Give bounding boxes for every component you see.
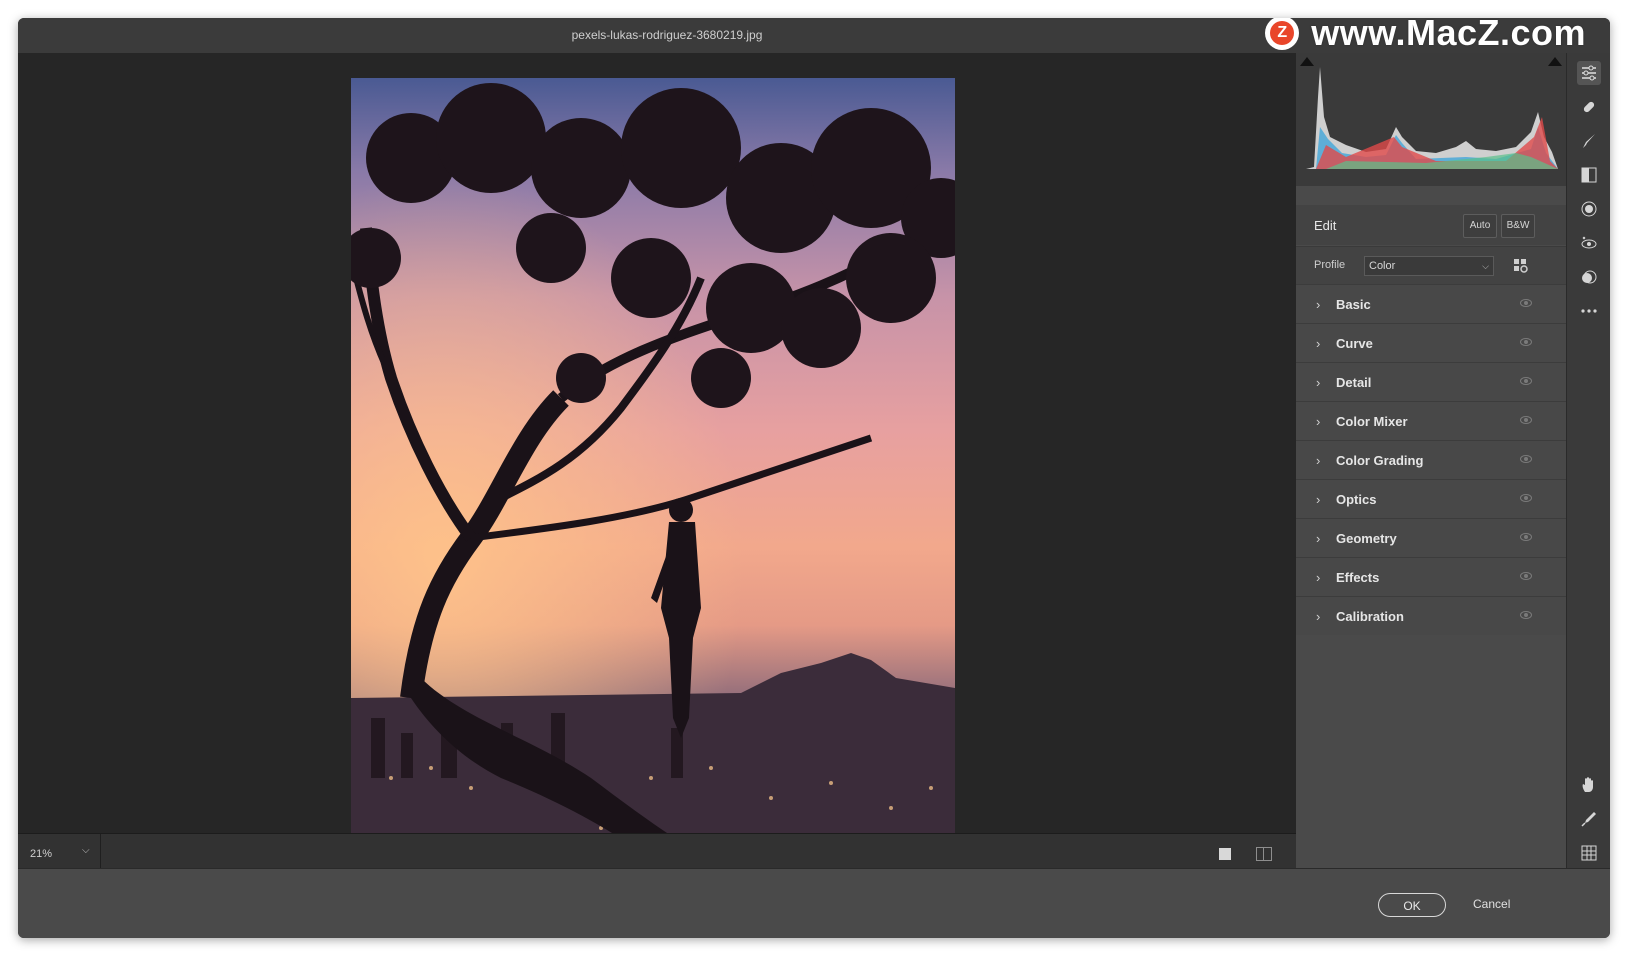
tool-strip: [1566, 53, 1610, 868]
chevron-right-icon: ›: [1316, 375, 1321, 390]
before-after-icon[interactable]: [1256, 847, 1272, 861]
section-optics[interactable]: › Optics: [1296, 479, 1566, 518]
visibility-eye-icon[interactable]: [1520, 377, 1532, 385]
title-bar: pexels-lukas-rodriguez-3680219.jpg Z www…: [18, 18, 1610, 53]
presets-icon[interactable]: [1577, 265, 1601, 289]
profile-value: Color: [1369, 260, 1396, 272]
section-label: Calibration: [1336, 609, 1404, 624]
watermark: Z www.MacZ.com: [1265, 18, 1586, 53]
section-calibration[interactable]: › Calibration: [1296, 596, 1566, 635]
chevron-right-icon: ›: [1316, 570, 1321, 585]
color-sampler-icon[interactable]: [1577, 807, 1601, 831]
auto-button[interactable]: Auto: [1463, 214, 1497, 238]
hand-icon[interactable]: [1577, 773, 1601, 797]
watermark-logo-letter: Z: [1270, 21, 1295, 45]
chevron-right-icon: ›: [1316, 492, 1321, 507]
visibility-eye-icon[interactable]: [1520, 416, 1532, 424]
radial-gradient-icon[interactable]: [1577, 197, 1601, 221]
section-curve[interactable]: › Curve: [1296, 323, 1566, 362]
dialog-footer: OK Cancel: [18, 868, 1610, 938]
visibility-eye-icon[interactable]: [1520, 611, 1532, 619]
edit-header: Edit Auto B&W: [1296, 205, 1566, 245]
section-label: Color Grading: [1336, 453, 1424, 468]
section-label: Effects: [1336, 570, 1380, 585]
watermark-logo: Z: [1265, 18, 1300, 50]
edit-sections: › Basic › Curve › Detail › Color Mixer › Colo…: [1296, 284, 1566, 635]
brush-icon[interactable]: [1577, 129, 1601, 153]
histogram-graph: [1306, 67, 1558, 169]
profile-browser-icon[interactable]: [1513, 258, 1529, 274]
chevron-right-icon: ›: [1316, 297, 1321, 312]
visibility-eye-icon[interactable]: [1520, 533, 1532, 541]
visibility-eye-icon[interactable]: [1520, 299, 1532, 307]
section-label: Optics: [1336, 492, 1377, 507]
chevron-right-icon: ›: [1316, 453, 1321, 468]
section-basic[interactable]: › Basic: [1296, 284, 1566, 323]
edit-title: Edit: [1314, 218, 1337, 233]
grid-icon[interactable]: [1577, 841, 1601, 865]
red-eye-icon[interactable]: [1577, 231, 1601, 255]
visibility-eye-icon[interactable]: [1520, 494, 1532, 502]
section-label: Curve: [1336, 336, 1373, 351]
image-canvas[interactable]: [18, 53, 1296, 868]
section-color-grading[interactable]: › Color Grading: [1296, 440, 1566, 479]
section-geometry[interactable]: › Geometry: [1296, 518, 1566, 557]
chevron-right-icon: ›: [1316, 414, 1321, 429]
edit-panel: Edit Auto B&W Profile Color ⌵ › Basic › Cu…: [1296, 53, 1566, 868]
chevron-right-icon: ›: [1316, 609, 1321, 624]
section-effects[interactable]: › Effects: [1296, 557, 1566, 596]
histogram: [1296, 53, 1566, 186]
section-detail[interactable]: › Detail: [1296, 362, 1566, 401]
section-label: Basic: [1336, 297, 1371, 312]
profile-row: Profile Color ⌵: [1296, 246, 1566, 284]
window-title: pexels-lukas-rodriguez-3680219.jpg: [571, 28, 763, 42]
zoom-dropdown-icon[interactable]: ⌵: [82, 845, 90, 856]
zoom-level[interactable]: 21%: [30, 848, 52, 860]
chevron-right-icon: ›: [1316, 336, 1321, 351]
cancel-button[interactable]: Cancel: [1473, 897, 1510, 911]
visibility-eye-icon[interactable]: [1520, 455, 1532, 463]
healing-icon[interactable]: [1577, 95, 1601, 119]
section-label: Detail: [1336, 375, 1372, 390]
watermark-text: www.MacZ.com: [1311, 18, 1586, 53]
photo-silhouette: [351, 78, 955, 860]
visibility-eye-icon[interactable]: [1520, 572, 1532, 580]
section-color-mixer[interactable]: › Color Mixer: [1296, 401, 1566, 440]
linear-gradient-icon[interactable]: [1577, 163, 1601, 187]
bw-button[interactable]: B&W: [1501, 214, 1535, 238]
section-label: Geometry: [1336, 531, 1397, 546]
profile-select[interactable]: Color ⌵: [1364, 256, 1494, 276]
visibility-eye-icon[interactable]: [1520, 338, 1532, 346]
section-label: Color Mixer: [1336, 414, 1408, 429]
chevron-right-icon: ›: [1316, 531, 1321, 546]
photo-preview[interactable]: [351, 78, 955, 860]
single-view-icon[interactable]: [1219, 848, 1231, 860]
profile-label: Profile: [1314, 259, 1346, 271]
chevron-down-icon: ⌵: [1482, 261, 1489, 271]
ok-button[interactable]: OK: [1378, 893, 1446, 917]
camera-raw-window: pexels-lukas-rodriguez-3680219.jpg Z www…: [18, 18, 1610, 938]
edit-sliders-icon[interactable]: [1577, 61, 1601, 85]
more-icon[interactable]: [1577, 299, 1601, 323]
